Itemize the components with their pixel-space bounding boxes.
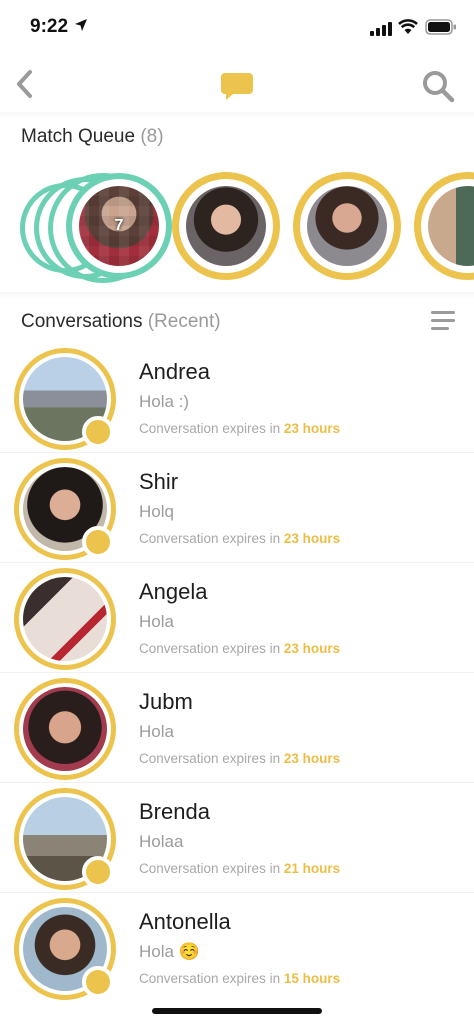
conversation-name: Jubm (139, 689, 193, 714)
avatar-photo (23, 577, 107, 661)
expiry-prefix: Conversation expires in (139, 861, 281, 876)
queue-stack[interactable]: 7 (20, 173, 172, 283)
conversation-name: Brenda (139, 799, 210, 824)
conversation-name: Angela (139, 579, 208, 604)
expiry-prefix: Conversation expires in (139, 531, 281, 546)
status-bar: 9:22 (0, 0, 474, 56)
expiry-prefix: Conversation expires in (139, 421, 281, 436)
expiry-prefix: Conversation expires in (139, 971, 281, 986)
signal-icon (370, 22, 392, 36)
conversation-message: Hola (139, 612, 174, 631)
search-icon[interactable] (420, 68, 456, 104)
conversation-row[interactable]: Jubm Hola Conversation expires in 23 hou… (0, 672, 474, 783)
avatar (14, 458, 116, 560)
match-queue-label: Match Queue (21, 126, 136, 147)
expiry-prefix: Conversation expires in (139, 641, 281, 656)
new-match-dot (82, 966, 114, 998)
conversations-subtitle: (Recent) (147, 311, 221, 332)
new-match-dot (82, 416, 114, 448)
conversation-name: Antonella (139, 909, 231, 934)
queue-stack-count: 7 (114, 217, 124, 234)
conversation-message: Holaa (139, 832, 184, 851)
conversation-expiry: Conversation expires in 21 hours (139, 861, 340, 876)
conversation-row[interactable]: Antonella Hola ☺️ Conversation expires i… (0, 892, 474, 1000)
conversation-message: Hola (139, 722, 174, 741)
expiry-prefix: Conversation expires in (139, 751, 281, 766)
conversation-row[interactable]: Shir Holq Conversation expires in 23 hou… (0, 452, 474, 563)
avatar-photo (23, 687, 107, 771)
avatar (14, 568, 116, 670)
conversations-label: Conversations (21, 311, 143, 332)
queue-match-avatar[interactable] (293, 172, 401, 280)
home-indicator[interactable] (152, 1008, 322, 1014)
status-time: 9:22 (30, 16, 69, 37)
chat-bubble-icon[interactable] (220, 70, 254, 102)
divider (0, 112, 474, 120)
conversation-message: Hola :) (139, 392, 190, 411)
conversation-expiry: Conversation expires in 23 hours (139, 751, 340, 766)
match-queue-count: (8) (140, 126, 164, 147)
conversation-expiry: Conversation expires in 23 hours (139, 421, 340, 436)
avatar (14, 678, 116, 780)
expiry-hours: 21 hours (283, 861, 341, 876)
expiry-hours: 23 hours (283, 751, 341, 766)
battery-icon (425, 19, 456, 35)
match-photo (186, 186, 266, 266)
conversation-name: Andrea (139, 359, 210, 384)
new-match-dot (82, 856, 114, 888)
queue-stack-front: 7 (66, 173, 172, 279)
conversation-message: Hola ☺️ (139, 942, 200, 961)
expiry-hours: 23 hours (283, 641, 341, 656)
match-queue-title: Match Queue (8) (21, 126, 164, 148)
wifi-icon (398, 19, 418, 34)
conversation-row[interactable]: Brenda Holaa Conversation expires in 21 … (0, 782, 474, 893)
location-arrow-icon (75, 19, 87, 31)
match-photo (307, 186, 387, 266)
match-queue: 7 (0, 165, 474, 285)
sort-menu-icon[interactable] (431, 310, 455, 332)
conversation-row[interactable]: Andrea Hola :) Conversation expires in 2… (0, 342, 474, 453)
queue-match-avatar[interactable] (172, 172, 280, 280)
blurred-match-photo: 7 (79, 186, 159, 266)
divider (0, 292, 474, 300)
new-match-dot (82, 526, 114, 558)
nav-bar (0, 56, 474, 112)
avatar (14, 348, 116, 450)
avatar (14, 898, 116, 1000)
conversation-expiry: Conversation expires in 23 hours (139, 641, 340, 656)
expiry-hours: 23 hours (283, 421, 341, 436)
queue-match-avatar[interactable] (414, 172, 474, 280)
chevron-left-icon[interactable] (10, 66, 40, 102)
expiry-hours: 23 hours (283, 531, 341, 546)
conversation-row[interactable]: Angela Hola Conversation expires in 23 h… (0, 562, 474, 673)
conversations-title: Conversations (Recent) (21, 311, 221, 333)
match-photo (428, 186, 474, 266)
conversation-message: Holq (139, 502, 174, 521)
conversation-expiry: Conversation expires in 15 hours (139, 971, 340, 986)
conversation-name: Shir (139, 469, 179, 494)
expiry-hours: 15 hours (283, 971, 341, 986)
conversation-expiry: Conversation expires in 23 hours (139, 531, 340, 546)
avatar (14, 788, 116, 890)
